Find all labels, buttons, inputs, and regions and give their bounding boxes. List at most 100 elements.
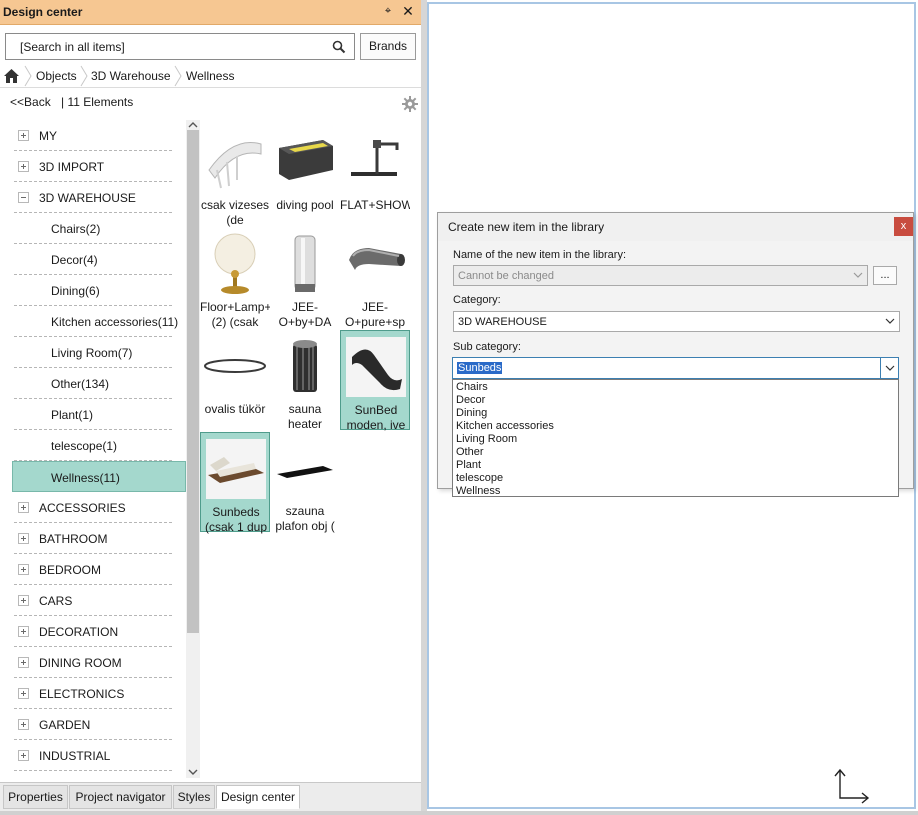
library-item[interactable]: FLAT+SHOWER xyxy=(340,126,410,226)
panel-title-bar[interactable]: Design center ⌖ ✕ xyxy=(0,0,421,25)
library-item[interactable]: Floor+Lamp+(2) (csak xyxy=(200,228,270,329)
tree-category[interactable]: 3D WAREHOUSE xyxy=(0,182,186,213)
back-link[interactable]: <<Back xyxy=(10,95,51,109)
dialog-close-button[interactable]: x xyxy=(894,217,913,236)
tree-category[interactable]: MY xyxy=(0,120,186,151)
scroll-down-icon[interactable] xyxy=(188,768,198,776)
tab-properties[interactable]: Properties xyxy=(3,785,68,809)
subcategory-option[interactable]: Plant xyxy=(456,459,481,472)
expand-icon[interactable] xyxy=(18,750,29,761)
expand-icon[interactable] xyxy=(18,533,29,544)
tree-category[interactable]: 3D IMPORT xyxy=(0,151,186,182)
library-item[interactable]: diving pool xyxy=(270,126,340,226)
library-item[interactable]: csak vizeses (de xyxy=(200,126,270,227)
breadcrumb-3d-warehouse[interactable]: 3D Warehouse xyxy=(91,69,171,83)
design-center-panel: Design center ⌖ ✕ [Search in all items] … xyxy=(0,0,421,815)
library-item-caption: FLAT+SHOWER xyxy=(340,198,410,212)
tree-subcategory[interactable]: telescope(1) xyxy=(0,430,186,461)
tree-item-label: INDUSTRIAL xyxy=(39,749,111,763)
spout-thumb xyxy=(349,248,405,270)
element-count: | 11 Elements xyxy=(61,95,134,109)
tab-design-center[interactable]: Design center xyxy=(216,785,300,809)
subcategory-option[interactable]: Chairs xyxy=(456,381,488,394)
tree-category[interactable]: INDUSTRIAL xyxy=(0,740,186,771)
close-icon[interactable]: ✕ xyxy=(400,3,416,19)
subcategory-option[interactable]: Living Room xyxy=(456,433,517,446)
tree-subcategory[interactable]: Plant(1) xyxy=(0,399,186,430)
library-item[interactable]: ovalis tükör xyxy=(200,330,270,430)
pool-thumb xyxy=(279,140,333,180)
tree-category[interactable]: BEDROOM xyxy=(0,554,186,585)
tree-item-label: Other(134) xyxy=(51,377,110,391)
expand-icon[interactable] xyxy=(18,688,29,699)
brands-button[interactable]: Brands xyxy=(360,33,416,60)
tree-category[interactable]: DINING ROOM xyxy=(0,647,186,678)
tree-subcategory[interactable]: Dining(6) xyxy=(0,275,186,306)
subcategory-dropdown-button[interactable] xyxy=(880,358,898,378)
cylinder-thumb xyxy=(294,235,316,292)
expand-icon[interactable] xyxy=(18,657,29,668)
expand-icon[interactable] xyxy=(18,564,29,575)
tree-item-label: BEDROOM xyxy=(39,563,102,577)
library-item[interactable]: szauna plafon obj ( xyxy=(270,432,340,533)
expand-icon[interactable] xyxy=(18,626,29,637)
expand-icon[interactable] xyxy=(18,130,29,141)
tree-subcategory[interactable]: Chairs(2) xyxy=(0,213,186,244)
library-item-caption: csak vizeses (de xyxy=(200,198,270,227)
expand-icon[interactable] xyxy=(18,595,29,606)
subcategory-option[interactable]: Kitchen accessories xyxy=(456,420,554,433)
tree-scrollbar-thumb[interactable] xyxy=(187,130,199,633)
subcategory-option[interactable]: Decor xyxy=(456,394,485,407)
tree-item-label: 3D WAREHOUSE xyxy=(39,191,136,205)
tab-project-navigator[interactable]: Project navigator xyxy=(69,785,172,809)
tree-scrollbar[interactable] xyxy=(186,120,200,778)
library-item[interactable]: Sunbeds (csak 1 dup xyxy=(200,432,270,534)
collapse-icon[interactable] xyxy=(18,192,29,203)
search-icon[interactable] xyxy=(332,40,346,54)
tree-item-label: DECORATION xyxy=(39,625,119,639)
library-item[interactable]: JEE-O+by+DA xyxy=(270,228,340,329)
category-select[interactable]: 3D WAREHOUSE xyxy=(453,311,900,332)
scroll-up-icon[interactable] xyxy=(188,121,198,129)
waterfall-thumb xyxy=(208,142,262,189)
chevron-down-icon xyxy=(853,272,863,278)
tab-styles[interactable]: Styles xyxy=(173,785,215,809)
tree-subcategory[interactable]: Living Room(7) xyxy=(0,337,186,368)
tree-subcategory[interactable]: Kitchen accessories(11) xyxy=(0,306,186,337)
dialog-title: Create new item in the library xyxy=(448,220,605,234)
subcategory-select[interactable]: Sunbeds xyxy=(452,357,899,379)
breadcrumb-wellness[interactable]: Wellness xyxy=(186,69,234,83)
pin-icon[interactable]: ⌖ xyxy=(381,4,395,19)
chevron-down-icon[interactable] xyxy=(885,316,895,326)
panel-title: Design center xyxy=(3,5,83,19)
name-field: Cannot be changed xyxy=(453,265,868,286)
tree-item-label: MY xyxy=(39,129,57,143)
tree-item-label: Kitchen accessories(11) xyxy=(51,315,179,329)
expand-icon[interactable] xyxy=(18,161,29,172)
browse-button[interactable]: ... xyxy=(873,266,897,285)
library-item[interactable]: sauna heater xyxy=(270,330,340,431)
tree-subcategory[interactable]: Other(134) xyxy=(0,368,186,399)
tree-category[interactable]: BATHROOM xyxy=(0,523,186,554)
subcategory-option[interactable]: Other xyxy=(456,446,484,459)
library-item[interactable]: SunBed moden, ive xyxy=(340,330,410,432)
tree-subcategory[interactable]: Decor(4) xyxy=(0,244,186,275)
subcategory-option[interactable]: telescope xyxy=(456,472,503,485)
tree-category[interactable]: ELECTRONICS xyxy=(0,678,186,709)
library-item[interactable]: JEE-O+pure+sp xyxy=(340,228,410,329)
expand-icon[interactable] xyxy=(18,719,29,730)
tree-category[interactable]: DECORATION xyxy=(0,616,186,647)
sunbed-thumb xyxy=(346,337,406,397)
tree-category[interactable]: CARS xyxy=(0,585,186,616)
subcategory-option[interactable]: Wellness xyxy=(456,485,500,498)
breadcrumb-objects[interactable]: Objects xyxy=(36,69,77,83)
expand-icon[interactable] xyxy=(18,502,29,513)
category-label: Category: xyxy=(453,294,501,306)
tree-category[interactable]: GARDEN xyxy=(0,709,186,740)
home-icon[interactable] xyxy=(3,68,20,84)
search-input[interactable]: [Search in all items] xyxy=(5,33,355,60)
subcategory-option[interactable]: Dining xyxy=(456,407,487,420)
tree-category[interactable]: ACCESSORIES xyxy=(0,492,186,523)
tree-subcategory[interactable]: Wellness(11) xyxy=(12,461,186,492)
gear-icon[interactable] xyxy=(402,96,418,112)
